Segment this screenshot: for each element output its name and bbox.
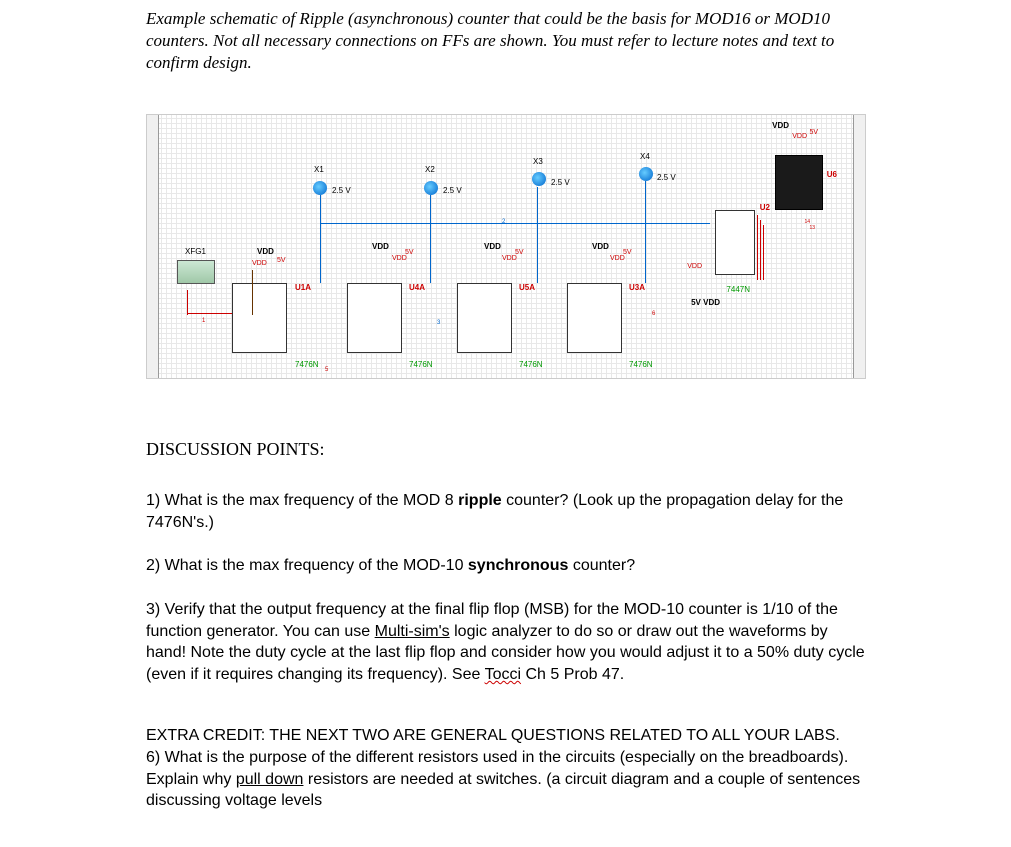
wire [430, 195, 431, 283]
ff-u5a-type: 7476N [519, 360, 543, 369]
pin-num: 5 [325, 367, 328, 373]
vdd-u2: VDD [687, 263, 702, 270]
five-v-display: 5V [809, 129, 818, 136]
u2-name: U2 [760, 203, 770, 212]
vdd-label: VDD [257, 247, 274, 256]
vdd-ff1: VDD [372, 242, 389, 251]
bus-vdd-label: 5V VDD [691, 298, 720, 307]
ruler-right [853, 115, 865, 378]
five-v-ff1: 5V [405, 249, 414, 256]
pin-num: 6 [652, 311, 655, 317]
wire [187, 290, 188, 315]
wire [537, 187, 538, 283]
flipflop-u3a [567, 283, 622, 353]
q3-underline: Multi-sim's [375, 623, 450, 640]
flipflop-u5a [457, 283, 512, 353]
question-3: 3) Verify that the output frequency at t… [146, 599, 865, 685]
u6-name: U6 [827, 170, 837, 179]
ff-u4a-name: U4A [409, 283, 425, 292]
wire [320, 223, 710, 224]
question-1: 1) What is the max frequency of the MOD … [146, 490, 865, 533]
q1-text-a: 1) What is the max frequency of the MOD … [146, 492, 458, 509]
display-u6 [775, 155, 823, 210]
q1-bold: ripple [458, 492, 502, 509]
question-2: 2) What is the max frequency of the MOD-… [146, 555, 865, 577]
pin-num: 3 [437, 320, 440, 326]
probe-x3-label: X3 [533, 157, 543, 166]
schematic-diagram: XFG1 VDD VDD 5V X1 2.5 V X2 2.5 V X3 2.5… [146, 114, 866, 379]
wire [763, 225, 764, 280]
q2-text-a: 2) What is the max frequency of the MOD-… [146, 557, 468, 574]
ff-u3a-name: U3A [629, 283, 645, 292]
q3-spellcheck: Tocci [485, 666, 521, 683]
decoder-u2 [715, 210, 755, 275]
probe-x1-label: X1 [314, 165, 324, 174]
vdd-red-label: VDD [252, 260, 267, 267]
u2-type: 7447N [726, 285, 750, 294]
q3-text-c: Ch 5 Prob 47. [521, 666, 624, 683]
vdd-ff2: VDD [484, 242, 501, 251]
schematic-caption: Example schematic of Ripple (asynchronou… [146, 8, 865, 74]
wire [252, 270, 253, 315]
vdd-red-display: VDD [792, 133, 807, 140]
probe-x4 [639, 167, 653, 181]
probe-x4-label: X4 [640, 152, 650, 161]
ff-u3a-type: 7476N [629, 360, 653, 369]
five-v-ff3: 5V [623, 249, 632, 256]
five-v-ff2: 5V [515, 249, 524, 256]
flipflop-u1a [232, 283, 287, 353]
five-v-label: 5V [277, 257, 286, 264]
vdd-red-ff2: VDD [502, 255, 517, 262]
display-pin: 13 [809, 225, 815, 231]
pin-num: 1 [202, 318, 205, 324]
vdd-red-ff3: VDD [610, 255, 625, 262]
function-generator [177, 260, 215, 284]
ruler-left [147, 115, 159, 378]
voltage-x1: 2.5 V [332, 186, 351, 195]
probe-x2 [424, 181, 438, 195]
flipflop-u4a [347, 283, 402, 353]
wire [760, 220, 761, 280]
extra-credit-heading: EXTRA CREDIT: THE NEXT TWO ARE GENERAL Q… [146, 725, 865, 747]
q2-text-b: counter? [568, 557, 635, 574]
discussion-heading: DISCUSSION POINTS: [146, 439, 865, 460]
generator-label: XFG1 [185, 247, 206, 256]
ff-u5a-name: U5A [519, 283, 535, 292]
wire [645, 181, 646, 283]
ff-u4a-type: 7476N [409, 360, 433, 369]
ff-u1a-name: U1A [295, 283, 311, 292]
ff-u1a-type: 7476N [295, 360, 319, 369]
vdd-display: VDD [772, 121, 789, 130]
q6-underline: pull down [236, 771, 304, 788]
pin-num: 2 [502, 219, 505, 225]
probe-x2-label: X2 [425, 165, 435, 174]
voltage-x2: 2.5 V [443, 186, 462, 195]
wire [187, 313, 232, 314]
vdd-red-ff1: VDD [392, 255, 407, 262]
voltage-x3: 2.5 V [551, 178, 570, 187]
question-6: 6) What is the purpose of the different … [146, 747, 865, 812]
q2-bold: synchronous [468, 557, 568, 574]
voltage-x4: 2.5 V [657, 173, 676, 182]
probe-x3 [532, 172, 546, 186]
probe-x1 [313, 181, 327, 195]
wire [757, 215, 758, 280]
vdd-ff3: VDD [592, 242, 609, 251]
wire [320, 195, 321, 283]
